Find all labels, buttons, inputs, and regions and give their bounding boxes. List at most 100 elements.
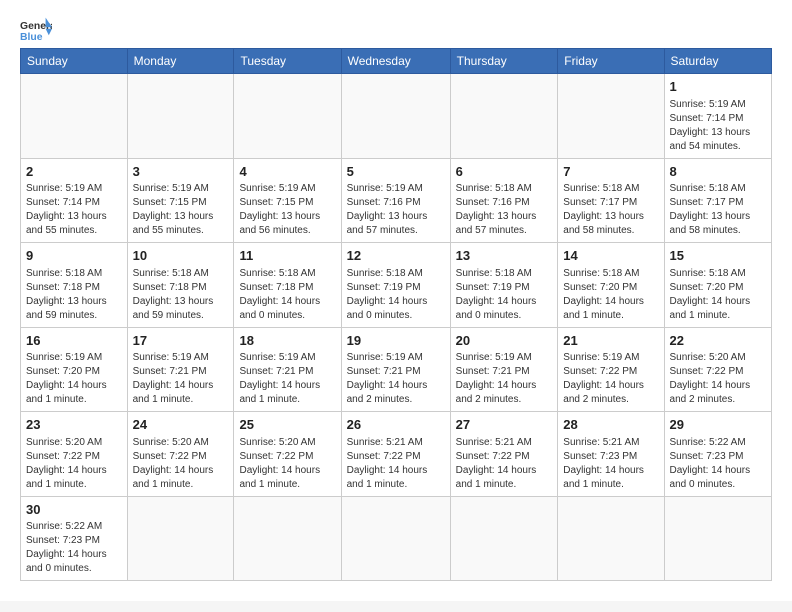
- day-info: Sunrise: 5:21 AM Sunset: 7:23 PM Dayligh…: [563, 436, 658, 492]
- day-number: 24: [133, 416, 229, 434]
- calendar-cell: [234, 74, 341, 159]
- day-number: 27: [456, 416, 553, 434]
- day-info: Sunrise: 5:18 AM Sunset: 7:17 PM Dayligh…: [670, 182, 766, 238]
- calendar-cell: 21Sunrise: 5:19 AM Sunset: 7:22 PM Dayli…: [558, 327, 664, 412]
- calendar-cell: 18Sunrise: 5:19 AM Sunset: 7:21 PM Dayli…: [234, 327, 341, 412]
- calendar-cell: [341, 74, 450, 159]
- day-info: Sunrise: 5:19 AM Sunset: 7:14 PM Dayligh…: [26, 182, 122, 238]
- calendar-cell: 20Sunrise: 5:19 AM Sunset: 7:21 PM Dayli…: [450, 327, 558, 412]
- day-number: 20: [456, 332, 553, 350]
- day-number: 28: [563, 416, 658, 434]
- calendar-cell: [341, 496, 450, 581]
- day-number: 14: [563, 247, 658, 265]
- day-number: 15: [670, 247, 766, 265]
- weekday-header-friday: Friday: [558, 49, 664, 74]
- day-number: 17: [133, 332, 229, 350]
- page: General Blue SundayMondayTuesdayWednesda…: [0, 0, 792, 601]
- day-number: 13: [456, 247, 553, 265]
- calendar-body: 1 Sunrise: 5:19 AM Sunset: 7:14 PM Daylig…: [21, 74, 772, 581]
- day-info: Sunrise: 5:20 AM Sunset: 7:22 PM Dayligh…: [133, 436, 229, 492]
- calendar-cell: [127, 496, 234, 581]
- day-number: 29: [670, 416, 766, 434]
- day-info: Sunrise: 5:20 AM Sunset: 7:22 PM Dayligh…: [670, 351, 766, 407]
- calendar-cell: 15 Sunrise: 5:18 AM Sunset: 7:20 PM Dayli…: [664, 243, 771, 328]
- calendar-week-5: 23 Sunrise: 5:20 AM Sunset: 7:22 PM Dayli…: [21, 412, 772, 497]
- day-info: Sunrise: 5:22 AM Sunset: 7:23 PM Dayligh…: [26, 520, 122, 576]
- calendar-week-1: 1Sunrise: 5:19 AM Sunset: 7:14 PM Daylig…: [21, 74, 772, 159]
- day-number: 1: [670, 78, 766, 96]
- day-number: 7: [563, 163, 658, 181]
- day-number: 18: [239, 332, 335, 350]
- calendar-cell: 7Sunrise: 5:18 AM Sunset: 7:17 PM Daylig…: [558, 158, 664, 243]
- calendar-cell: [558, 74, 664, 159]
- day-number: 25: [239, 416, 335, 434]
- weekday-header-wednesday: Wednesday: [341, 49, 450, 74]
- day-number: 10: [133, 247, 229, 265]
- day-info: Sunrise: 5:19 AM Sunset: 7:16 PM Dayligh…: [347, 182, 445, 238]
- day-info: Sunrise: 5:19 AM Sunset: 7:22 PM Dayligh…: [563, 351, 658, 407]
- calendar-cell: 9 Sunrise: 5:18 AM Sunset: 7:18 PM Daylig…: [21, 243, 128, 328]
- day-number: 8: [670, 163, 766, 181]
- day-info: Sunrise: 5:18 AM Sunset: 7:19 PM Dayligh…: [347, 267, 445, 323]
- calendar-week-2: 2Sunrise: 5:19 AM Sunset: 7:14 PM Daylig…: [21, 158, 772, 243]
- day-number: 3: [133, 163, 229, 181]
- day-info: Sunrise: 5:18 AM Sunset: 7:20 PM Dayligh…: [670, 267, 766, 323]
- calendar-cell: 30Sunrise: 5:22 AM Sunset: 7:23 PM Dayli…: [21, 496, 128, 581]
- day-info: Sunrise: 5:22 AM Sunset: 7:23 PM Dayligh…: [670, 436, 766, 492]
- day-info: Sunrise: 5:18 AM Sunset: 7:18 PM Dayligh…: [133, 267, 229, 323]
- calendar-table: SundayMondayTuesdayWednesdayThursdayFrid…: [20, 48, 772, 581]
- calendar-cell: 5Sunrise: 5:19 AM Sunset: 7:16 PM Daylig…: [341, 158, 450, 243]
- day-info: Sunrise: 5:18 AM Sunset: 7:18 PM Dayligh…: [239, 267, 335, 323]
- calendar-cell: 16Sunrise: 5:19 AM Sunset: 7:20 PM Dayli…: [21, 327, 128, 412]
- day-info: Sunrise: 5:20 AM Sunset: 7:22 PM Dayligh…: [26, 436, 122, 492]
- calendar-header: SundayMondayTuesdayWednesdayThursdayFrid…: [21, 49, 772, 74]
- calendar-cell: 14 Sunrise: 5:18 AM Sunset: 7:20 PM Dayli…: [558, 243, 664, 328]
- calendar-cell: [450, 496, 558, 581]
- weekday-header-monday: Monday: [127, 49, 234, 74]
- svg-text:Blue: Blue: [20, 32, 43, 43]
- day-number: 30: [26, 501, 122, 519]
- day-info: Sunrise: 5:19 AM Sunset: 7:21 PM Dayligh…: [239, 351, 335, 407]
- calendar-cell: 2Sunrise: 5:19 AM Sunset: 7:14 PM Daylig…: [21, 158, 128, 243]
- calendar-cell: 8Sunrise: 5:18 AM Sunset: 7:17 PM Daylig…: [664, 158, 771, 243]
- calendar-cell: [21, 74, 128, 159]
- calendar-week-6: 30Sunrise: 5:22 AM Sunset: 7:23 PM Dayli…: [21, 496, 772, 581]
- calendar-cell: 10 Sunrise: 5:18 AM Sunset: 7:18 PM Dayli…: [127, 243, 234, 328]
- day-info: Sunrise: 5:19 AM Sunset: 7:21 PM Dayligh…: [133, 351, 229, 407]
- calendar-cell: 24 Sunrise: 5:20 AM Sunset: 7:22 PM Dayli…: [127, 412, 234, 497]
- day-info: Sunrise: 5:18 AM Sunset: 7:17 PM Dayligh…: [563, 182, 658, 238]
- day-info: Sunrise: 5:18 AM Sunset: 7:20 PM Dayligh…: [563, 267, 658, 323]
- calendar-cell: 19Sunrise: 5:19 AM Sunset: 7:21 PM Dayli…: [341, 327, 450, 412]
- calendar-cell: [558, 496, 664, 581]
- calendar-cell: 17Sunrise: 5:19 AM Sunset: 7:21 PM Dayli…: [127, 327, 234, 412]
- day-number: 4: [239, 163, 335, 181]
- calendar-cell: 26Sunrise: 5:21 AM Sunset: 7:22 PM Dayli…: [341, 412, 450, 497]
- day-number: 21: [563, 332, 658, 350]
- header: General Blue: [20, 16, 772, 44]
- day-info: Sunrise: 5:19 AM Sunset: 7:21 PM Dayligh…: [347, 351, 445, 407]
- calendar-cell: 23 Sunrise: 5:20 AM Sunset: 7:22 PM Dayli…: [21, 412, 128, 497]
- calendar-cell: [664, 496, 771, 581]
- day-info: Sunrise: 5:19 AM Sunset: 7:21 PM Dayligh…: [456, 351, 553, 407]
- day-number: 19: [347, 332, 445, 350]
- calendar-cell: 25 Sunrise: 5:20 AM Sunset: 7:22 PM Dayli…: [234, 412, 341, 497]
- calendar-cell: [127, 74, 234, 159]
- calendar-cell: 28 Sunrise: 5:21 AM Sunset: 7:23 PM Dayli…: [558, 412, 664, 497]
- day-info: Sunrise: 5:20 AM Sunset: 7:22 PM Dayligh…: [239, 436, 335, 492]
- calendar-cell: 12Sunrise: 5:18 AM Sunset: 7:19 PM Dayli…: [341, 243, 450, 328]
- calendar-cell: 22Sunrise: 5:20 AM Sunset: 7:22 PM Dayli…: [664, 327, 771, 412]
- day-info: Sunrise: 5:19 AM Sunset: 7:20 PM Dayligh…: [26, 351, 122, 407]
- weekday-row: SundayMondayTuesdayWednesdayThursdayFrid…: [21, 49, 772, 74]
- day-info: Sunrise: 5:18 AM Sunset: 7:16 PM Dayligh…: [456, 182, 553, 238]
- day-number: 23: [26, 416, 122, 434]
- day-number: 2: [26, 163, 122, 181]
- day-number: 22: [670, 332, 766, 350]
- calendar-cell: 1Sunrise: 5:19 AM Sunset: 7:14 PM Daylig…: [664, 74, 771, 159]
- day-number: 26: [347, 416, 445, 434]
- calendar-week-4: 16Sunrise: 5:19 AM Sunset: 7:20 PM Dayli…: [21, 327, 772, 412]
- day-number: 9: [26, 247, 122, 265]
- calendar-week-3: 9 Sunrise: 5:18 AM Sunset: 7:18 PM Daylig…: [21, 243, 772, 328]
- day-info: Sunrise: 5:19 AM Sunset: 7:15 PM Dayligh…: [239, 182, 335, 238]
- day-info: Sunrise: 5:18 AM Sunset: 7:18 PM Dayligh…: [26, 267, 122, 323]
- logo: General Blue: [20, 16, 52, 44]
